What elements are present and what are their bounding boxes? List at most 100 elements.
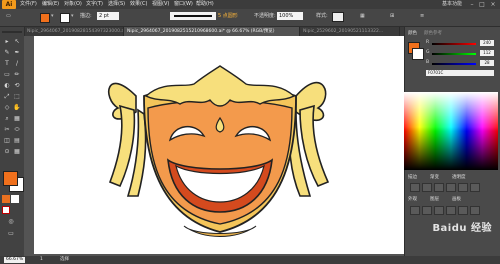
hand-tool-icon[interactable]: ✋	[13, 104, 21, 112]
draw-mode-icon[interactable]: ◎	[7, 218, 15, 226]
stroke-align-icon[interactable]	[434, 183, 444, 192]
brush-profile-label[interactable]: 5 点圆形	[218, 12, 238, 20]
gradient-mode-icon[interactable]	[11, 195, 19, 203]
menu-select[interactable]: 选择(S)	[108, 0, 125, 9]
none-mode-icon[interactable]	[2, 206, 10, 214]
direct-selection-tool-icon[interactable]: ↖	[13, 38, 21, 46]
fill-color-swatch[interactable]	[40, 13, 50, 23]
stroke-dash-icon[interactable]	[446, 183, 456, 192]
line-tool-icon[interactable]: /	[13, 60, 21, 68]
section-appearance[interactable]: 外观	[408, 196, 417, 202]
section-gradient[interactable]: 渐变	[430, 174, 439, 180]
layer-icon[interactable]	[446, 206, 456, 215]
hex-input[interactable]: F0701C	[426, 70, 494, 76]
status-bar	[0, 256, 500, 264]
pen-tool-icon[interactable]: ✒	[13, 49, 21, 57]
chevron-down-icon[interactable]: ▾	[71, 13, 74, 19]
scissors-tool-icon[interactable]: ✂	[3, 126, 11, 134]
toolbox-grip[interactable]	[2, 31, 22, 33]
stroke-cap-icon[interactable]	[410, 183, 420, 192]
screen-mode-icon[interactable]: ▭	[7, 230, 15, 238]
slider-g-value[interactable]: 112	[480, 50, 494, 56]
workspace-switcher[interactable]: 基本功能	[442, 0, 462, 9]
stroke-weight-input[interactable]: 2 pt	[97, 12, 119, 20]
menu-effect[interactable]: 效果(C)	[130, 0, 147, 9]
section-artboards[interactable]: 画板	[452, 196, 461, 202]
panel-stroke-swatch[interactable]	[412, 48, 424, 60]
symbol-sprayer-tool-icon[interactable]: ⊙	[3, 148, 11, 156]
maximize-button[interactable]: □	[478, 1, 486, 8]
slider-label-r: R	[426, 40, 430, 45]
menu-help[interactable]: 帮助(H)	[196, 0, 214, 9]
menu-window[interactable]: 窗口(W)	[174, 0, 193, 9]
transform-icon[interactable]: ⊞	[390, 12, 394, 20]
shape-builder-tool-icon[interactable]: ◇	[3, 104, 11, 112]
slider-g-track[interactable]	[432, 53, 476, 55]
chart-tool-icon[interactable]: ▤	[13, 137, 21, 145]
zoom-tool-icon[interactable]: ⌕	[3, 115, 11, 123]
blob-brush-tool-icon[interactable]: ◐	[3, 82, 11, 90]
ellipse-tool-icon[interactable]: ⬭	[13, 126, 21, 134]
toolbox-fill-swatch-front[interactable]	[3, 171, 18, 186]
slider-b-track[interactable]	[432, 63, 476, 65]
stroke-arrow-icon[interactable]	[458, 183, 468, 192]
align-icon[interactable]: ▦	[360, 12, 365, 20]
stroke-line-icon	[174, 15, 212, 17]
page-number[interactable]: 1	[40, 257, 43, 263]
scale-tool-icon[interactable]: ⤢	[3, 93, 11, 101]
layer-icon[interactable]	[410, 206, 420, 215]
menu-view[interactable]: 视图(V)	[152, 0, 169, 9]
layer-icon[interactable]	[458, 206, 468, 215]
perspective-grid-tool-icon[interactable]: ▦	[13, 115, 21, 123]
stroke-label: 描边:	[80, 13, 92, 19]
magic-wand-tool-icon[interactable]: ✎	[3, 49, 11, 57]
section-transparency[interactable]: 透明度	[452, 174, 466, 180]
menu-icon[interactable]: ≡	[420, 12, 424, 20]
close-button[interactable]: ×	[489, 1, 497, 8]
stroke-join-icon[interactable]	[422, 183, 432, 192]
selection-tool-icon[interactable]: ▸	[3, 38, 11, 46]
mask-crown	[144, 65, 296, 107]
slider-r-track[interactable]	[432, 43, 476, 45]
layer-icon[interactable]	[434, 206, 444, 215]
menu-file[interactable]: 文件(F)	[20, 0, 37, 9]
rectangle-tool-icon[interactable]: ▭	[3, 71, 11, 79]
style-swatch[interactable]	[332, 12, 344, 22]
layer-icon[interactable]	[470, 206, 480, 215]
stroke-profile-preview[interactable]	[170, 12, 216, 20]
opacity-input[interactable]: 100%	[277, 12, 303, 20]
layer-icon[interactable]	[422, 206, 432, 215]
slider-label-b: B	[426, 60, 430, 65]
color-spectrum[interactable]	[404, 92, 498, 170]
tab-color[interactable]: 颜色	[408, 30, 417, 36]
type-tool-icon[interactable]: T	[3, 60, 11, 68]
menu-edit[interactable]: 编辑(E)	[42, 0, 59, 9]
tab-color-guide[interactable]: 颜色参考	[424, 30, 442, 36]
slider-r-value[interactable]: 240	[480, 40, 494, 46]
width-tool-icon[interactable]: ⬚	[13, 93, 21, 101]
section-stroke[interactable]: 描边	[408, 174, 417, 180]
mask-illustration	[107, 65, 330, 237]
stroke-color-swatch[interactable]	[60, 13, 70, 23]
watermark-logo: Baidu 经验	[432, 223, 492, 234]
stroke-profile-icon[interactable]	[470, 183, 480, 192]
artboard-tool-icon[interactable]: ◫	[3, 137, 11, 145]
minimize-button[interactable]: –	[468, 1, 476, 8]
pencil-tool-icon[interactable]: ✏	[13, 71, 21, 79]
rotate-tool-icon[interactable]: ⟲	[13, 82, 21, 90]
mesh-tool-icon[interactable]: ▦	[13, 148, 21, 156]
menu-type[interactable]: 文字(T)	[86, 0, 103, 9]
menu-object[interactable]: 对象(O)	[64, 0, 82, 9]
artboard[interactable]	[34, 36, 404, 254]
chevron-down-icon[interactable]: ▾	[51, 13, 54, 19]
section-layers[interactable]: 图层	[430, 196, 439, 202]
color-mode-icon[interactable]	[2, 195, 10, 203]
slider-label-g: G	[426, 50, 430, 55]
tab-document-2[interactable]: Nipic_2964067_2019082515210968600.ai* @ …	[124, 27, 300, 36]
zoom-level[interactable]: 66.67%	[4, 257, 26, 263]
tab-document-3[interactable]: Nipic_2529602_20190521113322...	[300, 27, 400, 36]
slider-b-value[interactable]: 28	[480, 60, 494, 66]
status-mode: 选择	[60, 257, 69, 262]
tab-document-1[interactable]: Nipic_2964067_20190828154397323000.ai*	[24, 27, 124, 36]
left-ribbon	[107, 82, 147, 197]
